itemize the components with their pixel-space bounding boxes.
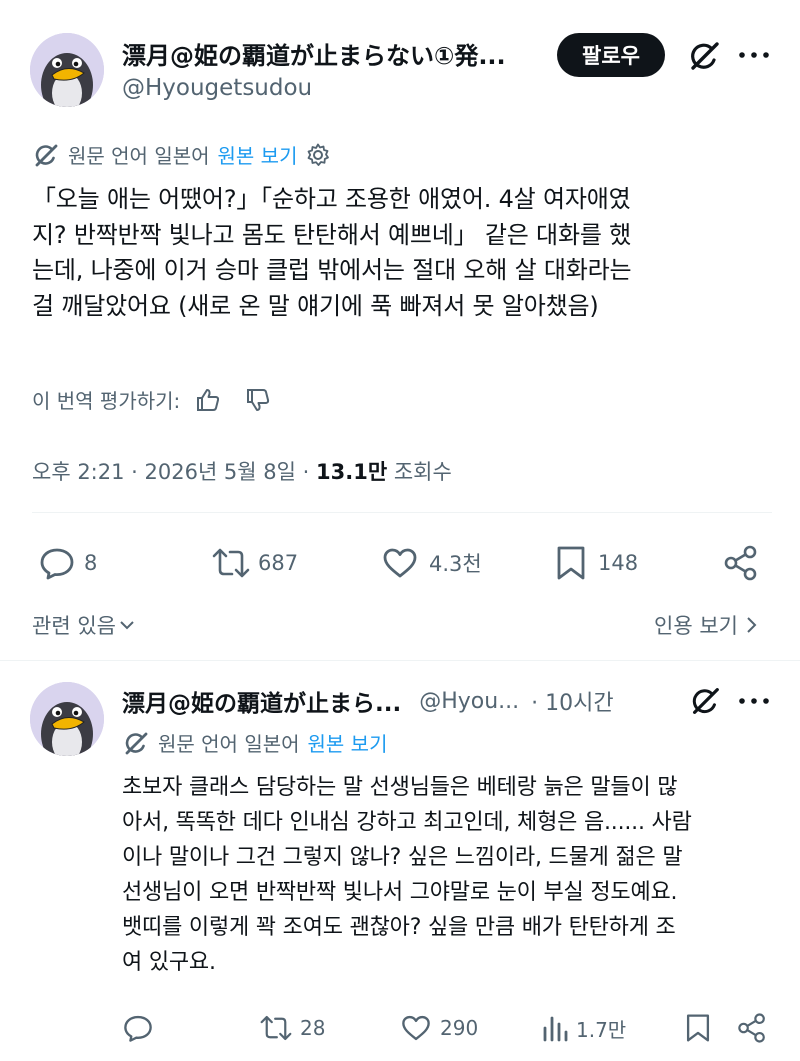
like-icon	[400, 1012, 432, 1044]
translation-bar: 원문 언어 일본어 원본 보기	[122, 728, 387, 757]
reply-header: 漂月@姫の覇道が止まら... @Hyou... · 10시간	[122, 684, 687, 718]
chevron-down-icon	[118, 616, 136, 634]
bookmark-icon[interactable]	[684, 1012, 712, 1044]
bookmark-action[interactable]: 148	[554, 544, 638, 582]
repost-count: 687	[258, 551, 299, 575]
post-text: 「오늘 애는 어땠어?」「순하고 조용한 애였어. 4살 여자애였 지? 반짝반…	[32, 182, 772, 324]
author-handle[interactable]: @Hyougetsudou	[122, 75, 312, 101]
reply-icon	[38, 544, 76, 582]
reply-text-line: 뱃띠를 이렇게 꽉 조여도 괜찮아? 싶을 만큼 배가 탄탄하게 조	[122, 915, 676, 940]
avatar[interactable]	[30, 682, 104, 756]
repost-count: 28	[300, 1016, 326, 1040]
post-text-line: 걸 깨달았어요 (새로 온 말 얘기에 푹 빠져서 못 알아챘음)	[32, 291, 599, 320]
reply-text: 초보자 클래스 담당하는 말 선생님들은 베테랑 늙은 말들이 많 아서, 똑똑…	[122, 770, 782, 980]
thumbs-down-icon[interactable]	[244, 386, 272, 414]
translate-icon	[122, 729, 150, 757]
repost-action[interactable]: 687	[210, 544, 298, 582]
views-label: 조회수	[393, 460, 452, 484]
views-action[interactable]: 1.7만	[540, 1012, 626, 1044]
reply-time[interactable]: · 10시간	[531, 685, 613, 717]
post-text-line: 지? 반짝반짝 빛나고 몸도 탄탄해서 예쁘네」 같은 대화를 했	[32, 220, 632, 249]
view-original-link[interactable]: 원본 보기	[308, 728, 388, 757]
like-icon	[381, 544, 419, 582]
like-count: 290	[440, 1016, 479, 1040]
reply-count: 8	[84, 551, 98, 575]
reply-text-line: 아서, 똑똑한 데다 인내심 강하고 최고인데, 체형은 음...... 사람	[122, 810, 692, 835]
translation-bar: 원문 언어 일본어 원본 보기	[32, 140, 331, 169]
post-meta: 오후 2:21 · 2026년 5월 8일 · 13.1만 조회수	[32, 456, 452, 486]
grok-icon[interactable]	[686, 38, 722, 74]
more-icon[interactable]	[738, 694, 770, 708]
post-text-line: 「오늘 애는 어땠어?」「순하고 조용한 애였어. 4살 여자애였	[32, 185, 631, 213]
reply-action[interactable]	[122, 1012, 160, 1044]
repost-action[interactable]: 28	[258, 1012, 325, 1044]
penguin-avatar	[30, 682, 104, 756]
like-action[interactable]: 290	[400, 1012, 478, 1044]
translation-source-label: 원문 언어 일본어	[158, 732, 300, 756]
view-original-link[interactable]: 원본 보기	[218, 140, 298, 169]
penguin-avatar	[30, 33, 104, 107]
section-divider	[0, 660, 800, 661]
repost-icon	[258, 1012, 294, 1044]
quote-link[interactable]: 인용 보기	[654, 610, 758, 640]
quote-label: 인용 보기	[654, 614, 738, 638]
reply-text-line: 초보자 클래스 담당하는 말 선생님들은 베테랑 늙은 말들이 많	[122, 775, 678, 800]
reply-text-line: 여 있구요.	[122, 950, 216, 975]
reply-action[interactable]: 8	[38, 544, 97, 582]
grok-icon[interactable]	[688, 684, 722, 718]
repost-icon	[210, 544, 252, 582]
reply-icon	[122, 1012, 154, 1044]
related-toggle[interactable]: 관련 있음	[32, 610, 136, 640]
avatar[interactable]	[30, 33, 104, 107]
reply-text-line: 이나 말이나 그건 그렇지 않나? 싶은 느낌이라, 드물게 젊은 말	[122, 845, 683, 870]
more-icon[interactable]	[738, 48, 770, 62]
author-name[interactable]: 漂月@姫の覇道が止まらない①発...	[122, 36, 542, 71]
share-icon[interactable]	[722, 544, 760, 582]
gear-icon[interactable]	[305, 142, 331, 168]
thumbs-up-icon[interactable]	[194, 386, 222, 414]
like-count: 4.3천	[429, 552, 482, 576]
related-label: 관련 있음	[32, 614, 116, 638]
share-icon[interactable]	[736, 1012, 768, 1044]
translation-source-label: 원문 언어 일본어	[68, 144, 210, 168]
bookmark-icon	[554, 544, 588, 582]
like-action[interactable]: 4.3천	[381, 544, 482, 582]
translate-icon	[32, 141, 60, 169]
author-handle[interactable]: @Hyou...	[419, 689, 519, 714]
rate-label: 이 번역 평가하기:	[32, 389, 181, 413]
follow-button[interactable]: 팔로우	[557, 33, 665, 77]
views-count: 13.1만	[316, 460, 388, 484]
views-count: 1.7만	[576, 1017, 627, 1042]
chevron-right-icon	[744, 615, 758, 635]
timestamp[interactable]: 오후 2:21 · 2026년 5월 8일 ·	[32, 460, 309, 484]
reply-text-line: 선생님이 오면 반짝반짝 빛나서 그야말로 눈이 부실 정도예요.	[122, 880, 678, 905]
rate-translation: 이 번역 평가하기:	[32, 385, 272, 414]
post-text-line: 는데, 나중에 이거 승마 클럽 밖에서는 절대 오해 살 대화라는	[32, 256, 632, 284]
bookmark-count: 148	[598, 551, 639, 575]
divider	[32, 512, 772, 513]
views-icon	[540, 1012, 570, 1044]
author-name[interactable]: 漂月@姫の覇道が止まら...	[122, 684, 401, 718]
